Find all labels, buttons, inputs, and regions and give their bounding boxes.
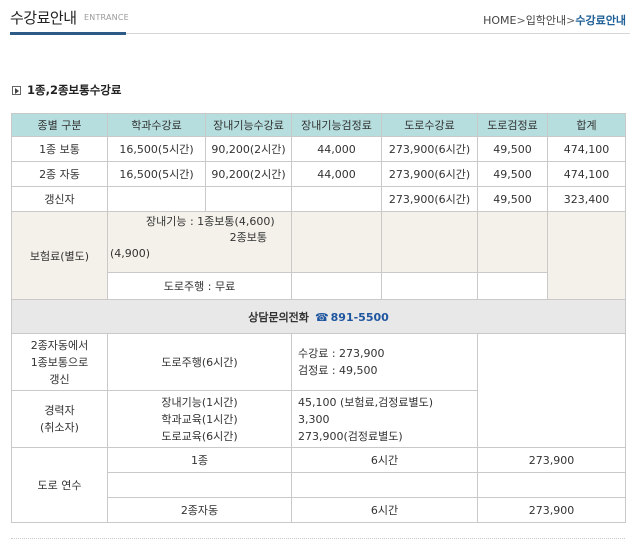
table-cell: 323,400 bbox=[547, 186, 626, 212]
column-header: 장내기능검정료 bbox=[291, 113, 382, 137]
table-cell: 273,900(6시간) bbox=[381, 161, 478, 187]
road-training-type: 2종자동 bbox=[107, 497, 292, 523]
conversion-label-line: 1종보통으로 bbox=[30, 355, 89, 369]
breadcrumb-parent[interactable]: 입학안내 bbox=[526, 14, 566, 27]
table-row-insurance: 보험료(별도) 장내기능 : 1종보통(4,600) 2종보통 (4,900) bbox=[11, 211, 626, 300]
table-cell bbox=[291, 186, 382, 212]
table-row-road-training: 도로 연수 1종 6시간 273,900 bbox=[11, 447, 626, 523]
table-cell-empty bbox=[381, 272, 478, 300]
page-subtitle: ENTRANCE bbox=[84, 13, 129, 22]
table-cell bbox=[205, 186, 292, 212]
table-cell: 44,000 bbox=[291, 136, 382, 162]
page-title: 수강료안내 bbox=[10, 9, 77, 27]
insurance-label: 보험료(별도) bbox=[11, 211, 108, 300]
table-cell-empty bbox=[291, 272, 382, 300]
breadcrumb-current: 수강료안내 bbox=[575, 14, 626, 27]
table-cell-empty bbox=[477, 333, 626, 448]
section-title: 1종,2종보통수강료 bbox=[27, 83, 122, 97]
phone-icon: ☎ bbox=[314, 310, 329, 324]
conversion-fee: 수강료 : 273,900 bbox=[298, 347, 385, 360]
table-cell: 49,500 bbox=[477, 136, 548, 162]
table-row: 2종 자동 16,500(5시간) 90,200(2시간) 44,000 273… bbox=[11, 161, 626, 187]
insurance-field-line2: 2종보통 bbox=[229, 231, 267, 244]
column-header: 도로검정료 bbox=[477, 113, 548, 137]
road-training-hours: 6시간 bbox=[291, 447, 478, 473]
road-training-fee: 273,900 bbox=[477, 447, 626, 473]
experienced-fees: 45,100 (보험료,검정료별도) 3,300 273,900(검정료별도) bbox=[291, 390, 478, 448]
table-cell: 1종 보통 bbox=[11, 136, 108, 162]
header-accent-bar bbox=[10, 32, 126, 35]
table-cell: 2종 자동 bbox=[11, 161, 108, 187]
table-cell: 90,200(2시간) bbox=[205, 136, 292, 162]
table-row-conversion: 2종자동에서 1종보통으로 갱신 도로주행(6시간) 수강료 : 273,900… bbox=[11, 333, 626, 448]
breadcrumb-separator: > bbox=[566, 14, 576, 27]
insurance-road: 도로주행 : 무료 bbox=[107, 272, 292, 300]
table-cell-empty bbox=[477, 211, 548, 273]
column-header: 학과수강료 bbox=[107, 113, 206, 137]
table-cell: 273,900(6시간) bbox=[381, 186, 478, 212]
table-cell: 16,500(5시간) bbox=[107, 136, 206, 162]
table-cell: 49,500 bbox=[477, 186, 548, 212]
road-training-type: 1종 bbox=[107, 447, 292, 473]
table-cell-empty bbox=[291, 211, 382, 273]
contact-banner: 상담문의전화 ☎ 891-5500 bbox=[11, 299, 626, 334]
table-cell: 90,200(2시간) bbox=[205, 161, 292, 187]
experienced-course: 학과교육(1시간) bbox=[161, 412, 238, 426]
column-header: 장내기능수강료 bbox=[205, 113, 292, 137]
table-cell-empty bbox=[547, 211, 626, 300]
experienced-fee: 45,100 (보험료,검정료별도) bbox=[298, 395, 434, 409]
conversion-course: 도로주행(6시간) bbox=[107, 333, 292, 391]
table-cell: 갱신자 bbox=[11, 186, 108, 212]
experienced-courses: 장내기능(1시간) 학과교육(1시간) 도로교육(6시간) bbox=[107, 390, 292, 448]
insurance-field-line3: (4,900) bbox=[110, 247, 151, 260]
experienced-course: 장내기능(1시간) bbox=[161, 395, 238, 409]
column-header: 합계 bbox=[547, 113, 626, 137]
conversion-label: 2종자동에서 1종보통으로 갱신 bbox=[11, 333, 108, 391]
conversion-label-line: 갱신 bbox=[49, 372, 70, 386]
table-cell: 273,900(6시간) bbox=[381, 136, 478, 162]
bottom-divider bbox=[11, 538, 625, 539]
conversion-exam-fee: 검정료 : 49,500 bbox=[298, 364, 378, 377]
conversion-fees: 수강료 : 273,900 검정료 : 49,500 bbox=[291, 333, 478, 391]
table-row: 갱신자 273,900(6시간) 49,500 323,400 bbox=[11, 186, 626, 212]
experienced-label: 경력자 (취소자) bbox=[11, 390, 108, 448]
table-cell: 49,500 bbox=[477, 161, 548, 187]
table-cell bbox=[107, 186, 206, 212]
table-row: 1종 보통 16,500(5시간) 90,200(2시간) 44,000 273… bbox=[11, 136, 626, 162]
contact-row: 상담문의전화 ☎ 891-5500 bbox=[11, 299, 626, 334]
column-header: 종별 구분 bbox=[11, 113, 108, 137]
arrow-bullet-icon bbox=[12, 86, 21, 95]
breadcrumb: HOME>입학안내>수강료안내 bbox=[483, 12, 626, 28]
table-cell: 474,100 bbox=[547, 136, 626, 162]
breadcrumb-separator: > bbox=[516, 14, 526, 27]
table-cell-empty bbox=[381, 211, 478, 273]
table-header-row: 종별 구분 학과수강료 장내기능수강료 장내기능검정료 도로수강료 도로검정료 … bbox=[11, 113, 626, 137]
road-training-fee: 273,900 bbox=[477, 497, 626, 523]
insurance-field-line1: 장내기능 : 1종보통(4,600) bbox=[146, 215, 275, 228]
experienced-course: 도로교육(6시간) bbox=[161, 429, 238, 443]
page-header: 수강료안내 ENTRANCE HOME>입학안내>수강료안내 bbox=[0, 0, 640, 36]
insurance-field-fee: 장내기능 : 1종보통(4,600) 2종보통 (4,900) bbox=[107, 211, 292, 273]
conversion-label-line: 2종자동에서 bbox=[30, 338, 89, 352]
road-training-hours: 6시간 bbox=[291, 497, 478, 523]
table-cell-empty bbox=[107, 472, 292, 498]
contact-label: 상담문의전화 bbox=[248, 310, 309, 324]
experienced-fee: 273,900(검정료별도) bbox=[298, 429, 403, 443]
section-heading: 1종,2종보통수강료 bbox=[12, 82, 121, 98]
table-cell-empty bbox=[477, 472, 626, 498]
fee-table: 종별 구분 학과수강료 장내기능수강료 장내기능검정료 도로수강료 도로검정료 … bbox=[11, 113, 626, 523]
experienced-label-line: (취소자) bbox=[40, 421, 79, 434]
experienced-fee: 3,300 bbox=[298, 412, 330, 426]
table-cell: 474,100 bbox=[547, 161, 626, 187]
column-header: 도로수강료 bbox=[381, 113, 478, 137]
road-training-label: 도로 연수 bbox=[11, 447, 108, 523]
table-cell-empty bbox=[291, 472, 478, 498]
table-cell: 16,500(5시간) bbox=[107, 161, 206, 187]
breadcrumb-home[interactable]: HOME bbox=[483, 14, 516, 27]
table-cell-empty bbox=[477, 272, 548, 300]
contact-phone[interactable]: 891-5500 bbox=[331, 311, 389, 324]
table-cell: 44,000 bbox=[291, 161, 382, 187]
experienced-label-line: 경력자 bbox=[44, 404, 75, 417]
